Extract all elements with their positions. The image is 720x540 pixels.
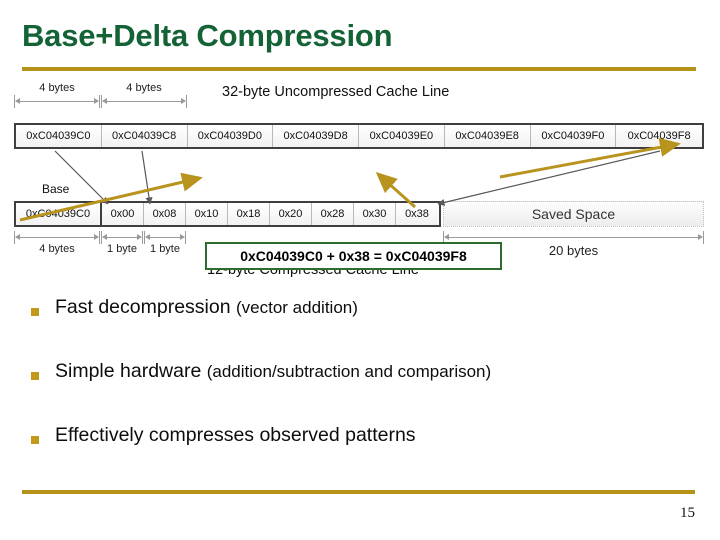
footer-divider bbox=[22, 490, 695, 494]
bullet-square-icon bbox=[31, 372, 39, 380]
bottom-dimension-4bytes: 4 bytes bbox=[14, 230, 100, 260]
dimension-label: 4 bytes bbox=[126, 82, 162, 94]
compressed-delta-cell: 0x10 bbox=[186, 203, 228, 225]
compressed-delta-cell: 0x20 bbox=[270, 203, 312, 225]
dimension-line bbox=[16, 237, 98, 238]
dimension-line bbox=[16, 101, 98, 102]
dimension-arrow-left bbox=[444, 234, 449, 240]
compressed-delta-cell: 0x28 bbox=[312, 203, 354, 225]
uncompressed-cell: 0xC04039E8 bbox=[444, 125, 531, 147]
base-delta-diagram: 4 bytes 4 bytes 32-byte Uncompressed Cac… bbox=[0, 82, 720, 287]
bullet-square-icon bbox=[31, 436, 39, 444]
uncompressed-cache-line: 0xC04039C0 0xC04039C8 0xC04039D0 0xC0403… bbox=[14, 123, 704, 149]
compressed-delta-cell: 0x08 bbox=[144, 203, 186, 225]
bullet-main-text: Effectively compresses observed patterns bbox=[55, 424, 416, 446]
page-title: Base+Delta Compression bbox=[22, 18, 393, 53]
compressed-delta-cell: 0x00 bbox=[102, 203, 144, 225]
bullet-main-text: Fast decompression bbox=[55, 296, 236, 318]
dimension-label: 4 bytes bbox=[39, 82, 75, 94]
dimension-label: 1 byte bbox=[107, 243, 137, 255]
top-dimension-4bytes-2: 4 bytes bbox=[101, 82, 187, 112]
dimension-tick-right bbox=[99, 231, 100, 244]
list-item: Effectively compresses observed patterns bbox=[0, 420, 720, 484]
dimension-tick-right bbox=[703, 231, 704, 244]
dimension-tick-right bbox=[186, 95, 187, 108]
uncompressed-cell: 0xC04039D8 bbox=[273, 125, 359, 147]
dimension-tick-right bbox=[142, 231, 143, 244]
dimension-arrow-right bbox=[181, 98, 186, 104]
list-item: Simple hardware (addition/subtraction an… bbox=[0, 356, 720, 420]
uncompressed-cell: 0xC04039F0 bbox=[530, 125, 617, 147]
compressed-delta-cell: 0x18 bbox=[228, 203, 270, 225]
dimension-arrow-left bbox=[102, 98, 107, 104]
dimension-line bbox=[146, 237, 184, 238]
dimension-arrow-left bbox=[145, 234, 150, 240]
uncompressed-cell: 0xC04039D0 bbox=[187, 125, 274, 147]
bullet-text: Effectively compresses observed patterns bbox=[55, 424, 416, 447]
dimension-label: 4 bytes bbox=[39, 243, 75, 255]
dimension-line bbox=[445, 237, 702, 238]
bullet-paren-text: (vector addition) bbox=[236, 298, 358, 317]
connector-line-delta-last bbox=[437, 150, 661, 206]
dimension-arrow-right bbox=[180, 234, 185, 240]
dimension-arrow-right bbox=[698, 234, 703, 240]
dimension-arrow-left bbox=[102, 234, 107, 240]
callout-equation: 0xC04039C0 + 0x38 = 0xC04039F8 bbox=[205, 242, 502, 270]
bullet-main-text: Simple hardware bbox=[55, 360, 207, 382]
saved-space-region: Saved Space bbox=[443, 201, 704, 227]
saved-space-label: Saved Space bbox=[531, 206, 616, 222]
uncompressed-cell: 0xC04039F8 bbox=[616, 125, 702, 147]
dimension-arrow-left bbox=[15, 98, 20, 104]
connector-line-base bbox=[54, 150, 109, 205]
compressed-base-cell: 0xC04039C0 bbox=[16, 203, 102, 225]
compressed-cache-line: 0xC04039C0 0x00 0x08 0x10 0x18 0x20 0x28… bbox=[14, 201, 441, 227]
bullet-text: Fast decompression (vector addition) bbox=[55, 296, 358, 319]
uncompressed-cell: 0xC04039C8 bbox=[101, 125, 188, 147]
dimension-tick-right bbox=[185, 231, 186, 244]
slide-number: 15 bbox=[680, 505, 695, 521]
title-divider bbox=[22, 67, 696, 71]
compressed-delta-cell: 0x30 bbox=[354, 203, 396, 225]
bottom-dimension-1byte-2: 1 byte bbox=[144, 230, 186, 260]
uncompressed-cell: 0xC04039E0 bbox=[359, 125, 445, 147]
uncompressed-cache-line-heading: 32-byte Uncompressed Cache Line bbox=[222, 84, 450, 100]
compressed-delta-cell: 0x38 bbox=[396, 203, 438, 225]
dimension-arrow-right bbox=[94, 234, 99, 240]
dimension-arrow-right bbox=[94, 98, 99, 104]
bullet-text: Simple hardware (addition/subtraction an… bbox=[55, 360, 491, 383]
dimension-tick-right bbox=[99, 95, 100, 108]
dimension-line bbox=[103, 237, 141, 238]
top-dimension-4bytes-1: 4 bytes bbox=[14, 82, 100, 112]
dimension-arrow-left bbox=[15, 234, 20, 240]
dimension-arrow-right bbox=[137, 234, 142, 240]
uncompressed-cell: 0xC04039C0 bbox=[16, 125, 102, 147]
bullet-square-icon bbox=[31, 308, 39, 316]
base-label: Base bbox=[42, 182, 70, 196]
dimension-label: 1 byte bbox=[150, 243, 180, 255]
bullet-paren-text: (addition/subtraction and comparison) bbox=[206, 362, 492, 381]
connector-line-delta1 bbox=[141, 150, 153, 205]
dimension-line bbox=[103, 101, 185, 102]
list-item: Fast decompression (vector addition) bbox=[0, 292, 720, 356]
bullet-list: Fast decompression (vector addition) Sim… bbox=[0, 292, 720, 484]
bottom-dimension-1byte-1: 1 byte bbox=[101, 230, 143, 260]
